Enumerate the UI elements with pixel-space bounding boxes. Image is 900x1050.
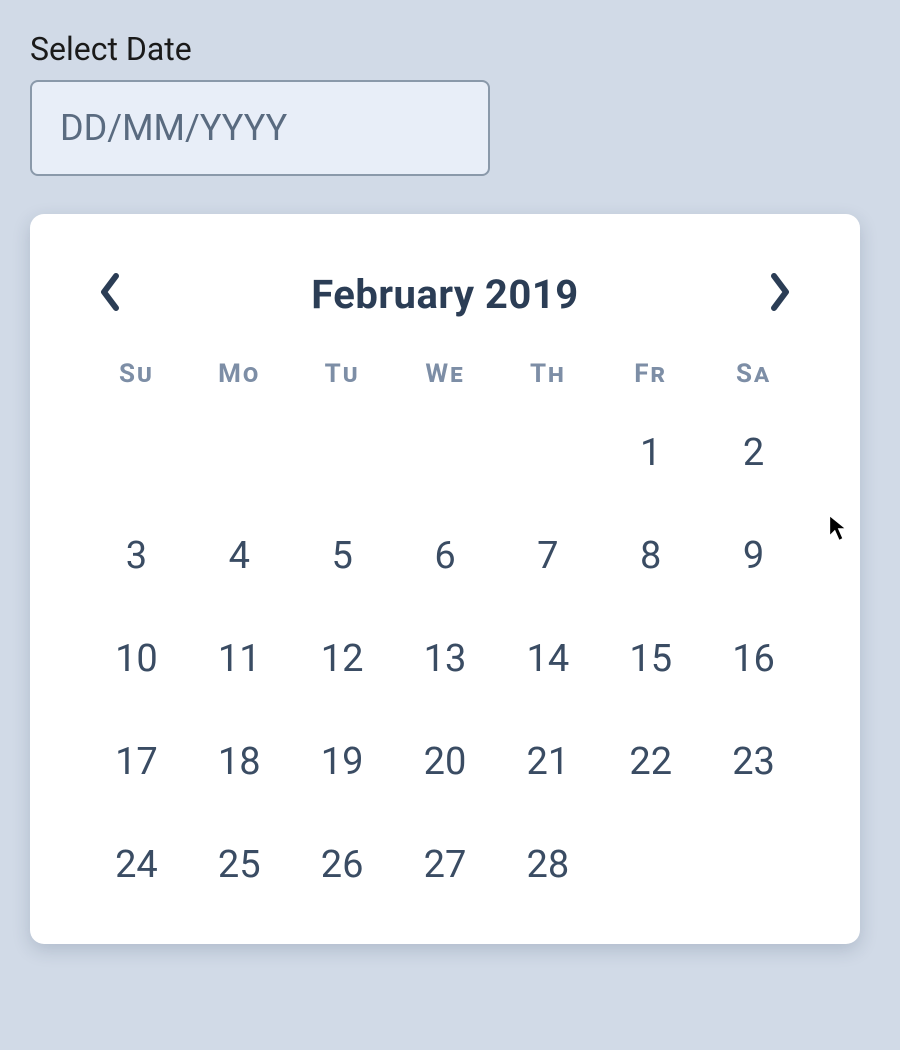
weekday-label: Sa xyxy=(702,359,805,389)
day-cell[interactable]: 14 xyxy=(496,635,599,683)
day-cell[interactable]: 16 xyxy=(702,635,805,683)
day-cell[interactable]: 10 xyxy=(85,635,188,683)
day-cell[interactable]: 6 xyxy=(394,532,497,580)
day-cell[interactable]: 21 xyxy=(496,738,599,786)
day-cell[interactable]: 4 xyxy=(188,532,291,580)
day-cell[interactable]: 27 xyxy=(394,841,497,889)
date-input[interactable] xyxy=(30,80,490,176)
weekday-header-row: SuMoTuWeThFrSa xyxy=(85,359,805,389)
day-cell[interactable]: 25 xyxy=(188,841,291,889)
day-cell[interactable]: 15 xyxy=(599,635,702,683)
empty-day-cell xyxy=(291,429,394,477)
empty-day-cell xyxy=(188,429,291,477)
day-cell[interactable]: 3 xyxy=(85,532,188,580)
select-date-label: Select Date xyxy=(30,30,870,68)
weekday-label: We xyxy=(394,359,497,389)
empty-day-cell xyxy=(394,429,497,477)
day-cell[interactable]: 28 xyxy=(496,841,599,889)
month-year-label[interactable]: February 2019 xyxy=(311,271,578,318)
chevron-left-icon xyxy=(97,272,123,316)
day-cell[interactable]: 23 xyxy=(702,738,805,786)
empty-day-cell xyxy=(85,429,188,477)
day-cell[interactable]: 19 xyxy=(291,738,394,786)
day-cell[interactable]: 20 xyxy=(394,738,497,786)
day-cell[interactable]: 24 xyxy=(85,841,188,889)
weekday-label: Fr xyxy=(599,359,702,389)
day-cell[interactable]: 1 xyxy=(599,429,702,477)
next-month-button[interactable] xyxy=(755,269,805,319)
empty-day-cell xyxy=(496,429,599,477)
prev-month-button[interactable] xyxy=(85,269,135,319)
day-cell[interactable]: 7 xyxy=(496,532,599,580)
day-cell[interactable]: 17 xyxy=(85,738,188,786)
chevron-right-icon xyxy=(767,272,793,316)
calendar-days-grid: 1234567891011121314151617181920212223242… xyxy=(85,429,805,889)
day-cell[interactable]: 11 xyxy=(188,635,291,683)
day-cell[interactable]: 8 xyxy=(599,532,702,580)
day-cell[interactable]: 9 xyxy=(702,532,805,580)
day-cell[interactable]: 26 xyxy=(291,841,394,889)
calendar-header: February 2019 xyxy=(85,269,805,319)
day-cell[interactable]: 2 xyxy=(702,429,805,477)
weekday-label: Mo xyxy=(188,359,291,389)
calendar-popup: February 2019 SuMoTuWeThFrSa 12345678910… xyxy=(30,214,860,944)
day-cell[interactable]: 5 xyxy=(291,532,394,580)
weekday-label: Th xyxy=(496,359,599,389)
day-cell[interactable]: 18 xyxy=(188,738,291,786)
day-cell[interactable]: 13 xyxy=(394,635,497,683)
weekday-label: Tu xyxy=(291,359,394,389)
day-cell[interactable]: 12 xyxy=(291,635,394,683)
weekday-label: Su xyxy=(85,359,188,389)
day-cell[interactable]: 22 xyxy=(599,738,702,786)
